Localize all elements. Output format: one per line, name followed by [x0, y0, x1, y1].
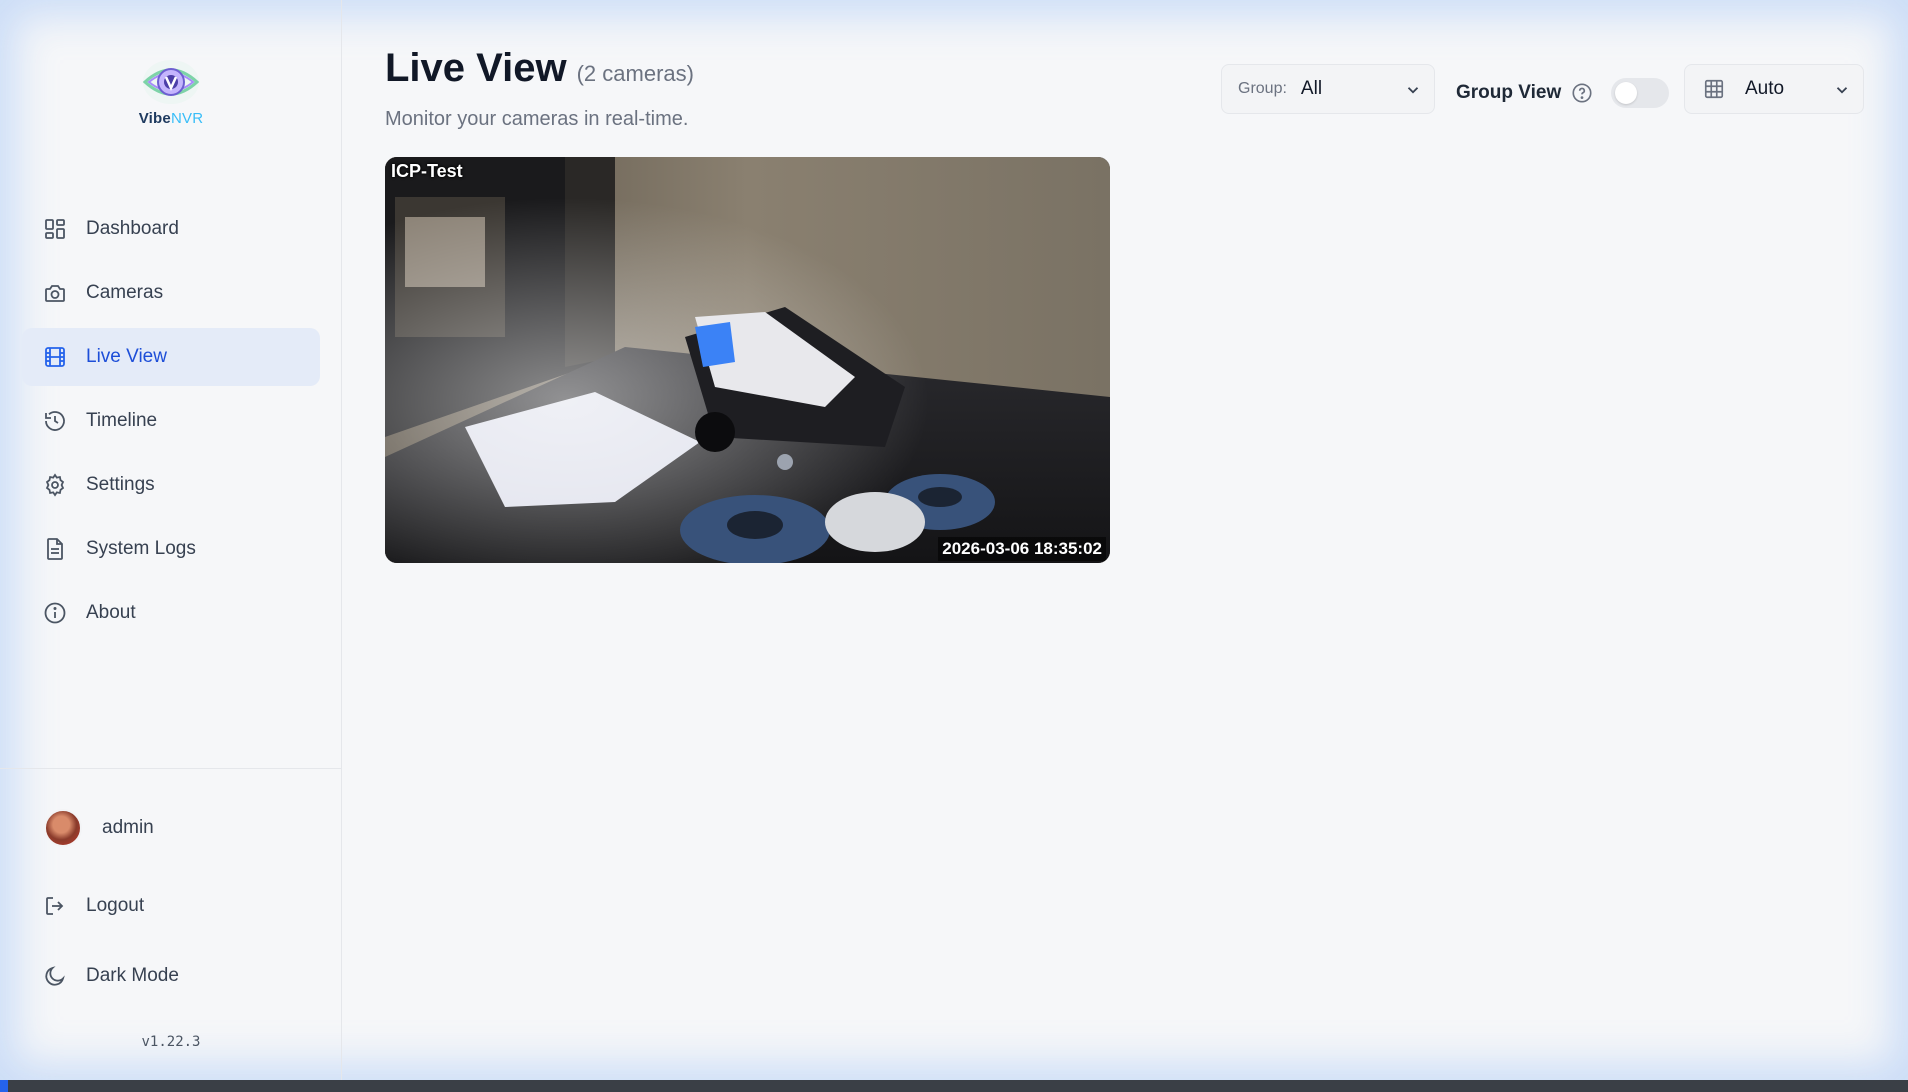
- sidebar-item-label: Cameras: [86, 282, 164, 303]
- info-icon: [42, 600, 68, 626]
- sidebar-item-label: Dashboard: [86, 218, 179, 239]
- logout-icon: [42, 893, 68, 919]
- camera-feed-image: [385, 157, 1110, 563]
- app-logo[interactable]: VibeNVR: [128, 52, 214, 132]
- document-icon: [42, 536, 68, 562]
- page-subtitle: Monitor your cameras in real-time.: [385, 108, 689, 130]
- group-filter-label: Group:: [1238, 80, 1287, 97]
- dark-mode-label: Dark Mode: [86, 965, 179, 986]
- logout-label: Logout: [86, 895, 145, 916]
- sidebar-item-timeline[interactable]: Timeline: [22, 392, 320, 450]
- layout-select[interactable]: Auto: [1684, 64, 1864, 114]
- sidebar-item-about[interactable]: About: [22, 584, 320, 642]
- grid-icon: [1703, 78, 1725, 100]
- camera-name-label: ICP-Test: [391, 161, 463, 181]
- group-view-label: Group View: [1456, 82, 1562, 103]
- page-header: Live View (2 cameras): [385, 46, 694, 91]
- camera-timestamp: 2026-03-06 18:35:02: [938, 537, 1106, 561]
- sidebar-item-dashboard[interactable]: Dashboard: [22, 200, 320, 258]
- avatar: [44, 809, 82, 847]
- camera-count: (2 cameras): [576, 61, 694, 86]
- app-version: v1.22.3: [141, 1034, 201, 1050]
- toggle-knob: [1615, 82, 1638, 104]
- group-filter-value: All: [1300, 78, 1323, 99]
- user-name: admin: [102, 817, 154, 838]
- taskbar-accent: [0, 1080, 8, 1092]
- vibenvr-logo-icon: [142, 60, 200, 104]
- sidebar-item-settings[interactable]: Settings: [22, 456, 320, 514]
- page-title: Live View: [385, 46, 567, 90]
- user-profile[interactable]: admin: [44, 808, 154, 848]
- layout-select-value: Auto: [1745, 78, 1785, 99]
- sidebar-item-label: About: [86, 602, 136, 623]
- sidebar-item-label: Settings: [86, 474, 155, 495]
- sidebar-divider: [0, 768, 342, 769]
- group-view-toggle[interactable]: [1611, 78, 1670, 108]
- group-view-control: Group View: [1456, 78, 1670, 108]
- bottom-taskbar: [0, 1080, 1908, 1092]
- film-icon: [42, 344, 68, 370]
- brand-secondary-text: NVR: [170, 110, 204, 127]
- sidebar-nav: Dashboard Cameras Live View Timeline Set…: [22, 200, 320, 648]
- history-icon: [42, 408, 68, 434]
- brand-primary-text: Vibe: [138, 110, 171, 127]
- sidebar-item-system-logs[interactable]: System Logs: [22, 520, 320, 578]
- help-icon[interactable]: [1571, 82, 1593, 104]
- sidebar-item-label: Timeline: [86, 410, 158, 431]
- moon-icon: [42, 963, 68, 989]
- dashboard-icon: [42, 216, 68, 242]
- group-filter-select[interactable]: Group: All: [1221, 64, 1435, 114]
- sidebar: VibeNVR Dashboard Cameras Live View Time…: [0, 0, 342, 1080]
- app-logo-text: VibeNVR: [128, 110, 214, 127]
- sidebar-item-label: Live View: [86, 346, 167, 367]
- logout-button[interactable]: Logout: [42, 893, 144, 919]
- chevron-down-icon: [1833, 81, 1851, 104]
- dark-mode-toggle[interactable]: Dark Mode: [42, 963, 179, 989]
- camera-tile[interactable]: ICP-Test 2026-03-06 18:35:02: [385, 157, 1110, 563]
- chevron-down-icon: [1404, 81, 1422, 104]
- camera-icon: [42, 280, 68, 306]
- app-window: VibeNVR Dashboard Cameras Live View Time…: [0, 0, 1908, 1080]
- gear-icon: [42, 472, 68, 498]
- sidebar-item-cameras[interactable]: Cameras: [22, 264, 320, 322]
- sidebar-item-live-view[interactable]: Live View: [22, 328, 320, 386]
- sidebar-item-label: System Logs: [86, 538, 196, 559]
